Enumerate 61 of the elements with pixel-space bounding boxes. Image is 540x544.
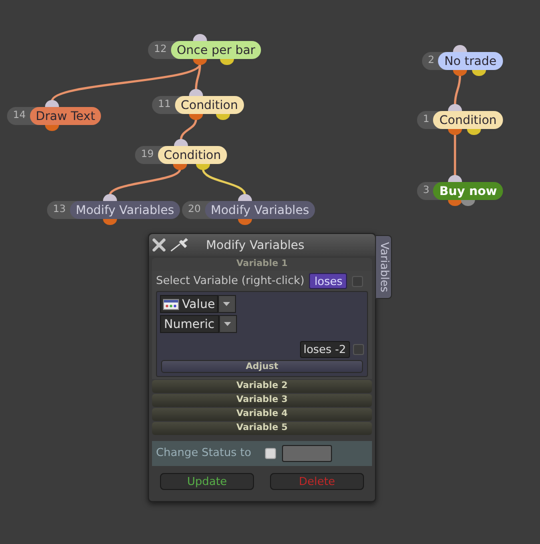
section-header[interactable]: Variable 1 — [152, 258, 372, 271]
output-port-icon[interactable] — [467, 129, 481, 135]
output-port-icon[interactable] — [448, 200, 462, 206]
input-port-icon[interactable] — [103, 194, 117, 201]
connector-line — [202, 168, 246, 196]
node-label[interactable]: Condition — [158, 146, 227, 164]
output-port-icon[interactable] — [216, 114, 230, 120]
input-port-icon[interactable] — [189, 89, 203, 96]
input-port-icon[interactable] — [193, 34, 207, 41]
output-port-icon[interactable] — [448, 129, 462, 135]
status-field[interactable] — [282, 445, 332, 462]
node-label[interactable]: Draw Text — [30, 107, 102, 125]
output-port-icon[interactable] — [238, 219, 252, 225]
format-dropdown[interactable]: Numeric — [160, 315, 219, 333]
node-label[interactable]: Modify Variables — [70, 201, 180, 219]
connector-line — [454, 134, 456, 176]
node-label[interactable]: Condition — [174, 96, 244, 114]
input-port-icon[interactable] — [174, 139, 188, 146]
input-port-icon[interactable] — [45, 100, 59, 107]
output-port-icon[interactable] — [193, 59, 207, 65]
change-status-label: Change Status to — [156, 445, 252, 462]
node-label[interactable]: Modify Variables — [204, 201, 316, 219]
connector-line — [454, 74, 462, 106]
connector-line — [109, 168, 181, 196]
output-port-icon[interactable] — [220, 59, 234, 65]
variables-side-tab[interactable]: Variables — [375, 235, 392, 299]
output-port-icon[interactable] — [173, 164, 187, 170]
select-variable-label: Select Variable (right-click) — [156, 272, 304, 289]
node-label[interactable]: No trade — [438, 52, 502, 70]
output-port-icon[interactable] — [472, 70, 486, 76]
update-button[interactable]: Update — [160, 473, 254, 490]
node-label[interactable]: Condition — [433, 111, 503, 129]
input-port-icon[interactable] — [238, 194, 252, 201]
input-port-icon[interactable] — [448, 104, 462, 111]
type-dropdown[interactable]: Value — [160, 295, 218, 313]
adjust-button[interactable]: Adjust — [161, 360, 363, 373]
variable-chip[interactable]: loses — [309, 273, 348, 289]
input-port-icon[interactable] — [448, 175, 462, 182]
caret-icon — [224, 322, 232, 326]
section-header[interactable]: Variable 2 — [152, 380, 372, 393]
connector-line — [180, 118, 198, 140]
checkbox[interactable] — [353, 344, 364, 355]
node-label[interactable]: Once per bar — [170, 41, 262, 59]
section-header[interactable]: Variable 5 — [152, 422, 372, 435]
output-port-icon[interactable] — [189, 114, 203, 120]
value-field[interactable]: loses -2 — [300, 341, 350, 358]
panel-title: Modify Variables — [206, 237, 304, 254]
node-label[interactable]: Buy now — [433, 182, 503, 200]
input-port-icon[interactable] — [453, 45, 467, 52]
output-port-icon[interactable] — [103, 219, 117, 225]
checkbox[interactable] — [352, 276, 364, 286]
output-port-icon[interactable] — [196, 164, 210, 170]
output-port-icon[interactable] — [453, 70, 467, 76]
value-type-icon — [163, 298, 179, 310]
section-header[interactable]: Variable 4 — [152, 408, 372, 421]
caret-icon — [223, 302, 230, 306]
close-icon[interactable] — [152, 238, 166, 252]
section-header[interactable]: Variable 3 — [152, 394, 372, 407]
output-port-icon[interactable] — [45, 125, 59, 131]
checkbox[interactable] — [265, 448, 276, 459]
output-port-icon[interactable] — [461, 200, 475, 206]
